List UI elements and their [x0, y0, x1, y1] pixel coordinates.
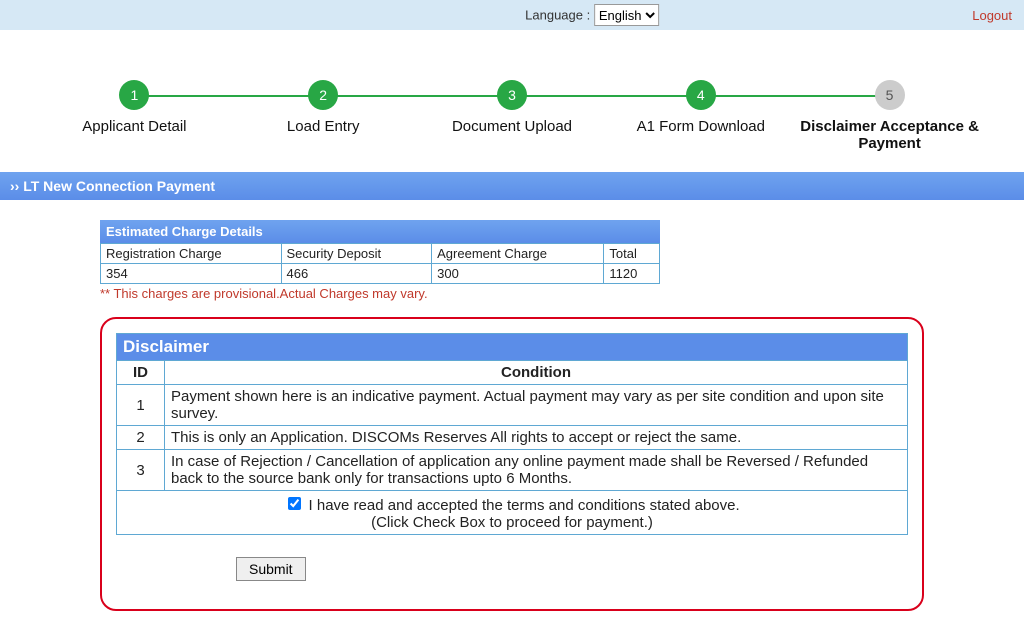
stepper: 1 Applicant Detail 2 Load Entry 3 Document Up… — [0, 30, 1024, 172]
logout-link[interactable]: Logout — [972, 8, 1012, 23]
disclaimer-row: 2This is only an Application. DISCOMs Re… — [117, 426, 908, 450]
consent-checkbox[interactable] — [288, 497, 301, 510]
language-select[interactable]: English — [594, 4, 659, 26]
disclaimer-row: 1Payment shown here is an indicative pay… — [117, 385, 908, 426]
step-5: 5 Disclaimer Acceptance & Payment — [795, 80, 984, 152]
step-label: Applicant Detail — [40, 118, 229, 135]
step-3: 3 Document Upload — [418, 80, 607, 152]
disclaimer-condition: This is only an Application. DISCOMs Res… — [165, 426, 908, 450]
est-col: Total — [604, 244, 660, 264]
consent-hint: (Click Check Box to proceed for payment.… — [123, 514, 901, 531]
disclaimer-condition: In case of Rejection / Cancellation of a… — [165, 450, 908, 491]
step-label: Load Entry — [229, 118, 418, 135]
provisional-note: ** This charges are provisional.Actual C… — [100, 286, 660, 301]
disclaimer-header: Disclaimer — [116, 333, 908, 360]
top-bar: Language : English Logout — [0, 0, 1024, 30]
content-area: Estimated Charge Details Registration Ch… — [0, 200, 1024, 641]
est-val: 1120 — [604, 264, 660, 284]
disclaimer-condition: Payment shown here is an indicative paym… — [165, 385, 908, 426]
estimated-charge-header: Estimated Charge Details — [100, 220, 660, 243]
language-label: Language : — [525, 8, 590, 23]
disclaimer-id: 3 — [117, 450, 165, 491]
step-circle: 2 — [308, 80, 338, 110]
estimated-charge-panel: Estimated Charge Details Registration Ch… — [100, 220, 660, 301]
language-switcher: Language : English — [525, 4, 659, 26]
step-connector — [134, 95, 323, 97]
submit-button[interactable]: Submit — [236, 557, 306, 581]
disclaimer-id: 2 — [117, 426, 165, 450]
est-val: 300 — [432, 264, 604, 284]
disclaimer-row: 3In case of Rejection / Cancellation of … — [117, 450, 908, 491]
step-1: 1 Applicant Detail — [40, 80, 229, 152]
step-circle: 1 — [119, 80, 149, 110]
step-label: A1 Form Download — [606, 118, 795, 135]
disclaimer-col-condition: Condition — [165, 361, 908, 385]
estimated-charge-table: Registration ChargeSecurity DepositAgree… — [100, 243, 660, 284]
est-col: Agreement Charge — [432, 244, 604, 264]
step-label: Document Upload — [418, 118, 607, 135]
step-connector — [323, 95, 512, 97]
est-val: 354 — [101, 264, 282, 284]
est-col: Registration Charge — [101, 244, 282, 264]
section-title: ›› LT New Connection Payment — [0, 172, 1024, 200]
step-circle: 4 — [686, 80, 716, 110]
disclaimer-col-id: ID — [117, 361, 165, 385]
disclaimer-box: Disclaimer ID Condition 1Payment shown h… — [100, 317, 924, 611]
step-connector — [512, 95, 701, 97]
step-label: Disclaimer Acceptance & Payment — [795, 118, 984, 152]
step-2: 2 Load Entry — [229, 80, 418, 152]
step-circle: 3 — [497, 80, 527, 110]
consent-text: I have read and accepted the terms and c… — [309, 497, 740, 514]
est-col: Security Deposit — [281, 244, 432, 264]
est-val: 466 — [281, 264, 432, 284]
disclaimer-table: ID Condition 1Payment shown here is an i… — [116, 360, 908, 535]
step-connector — [701, 95, 890, 97]
step-4: 4 A1 Form Download — [606, 80, 795, 152]
disclaimer-id: 1 — [117, 385, 165, 426]
step-circle: 5 — [875, 80, 905, 110]
